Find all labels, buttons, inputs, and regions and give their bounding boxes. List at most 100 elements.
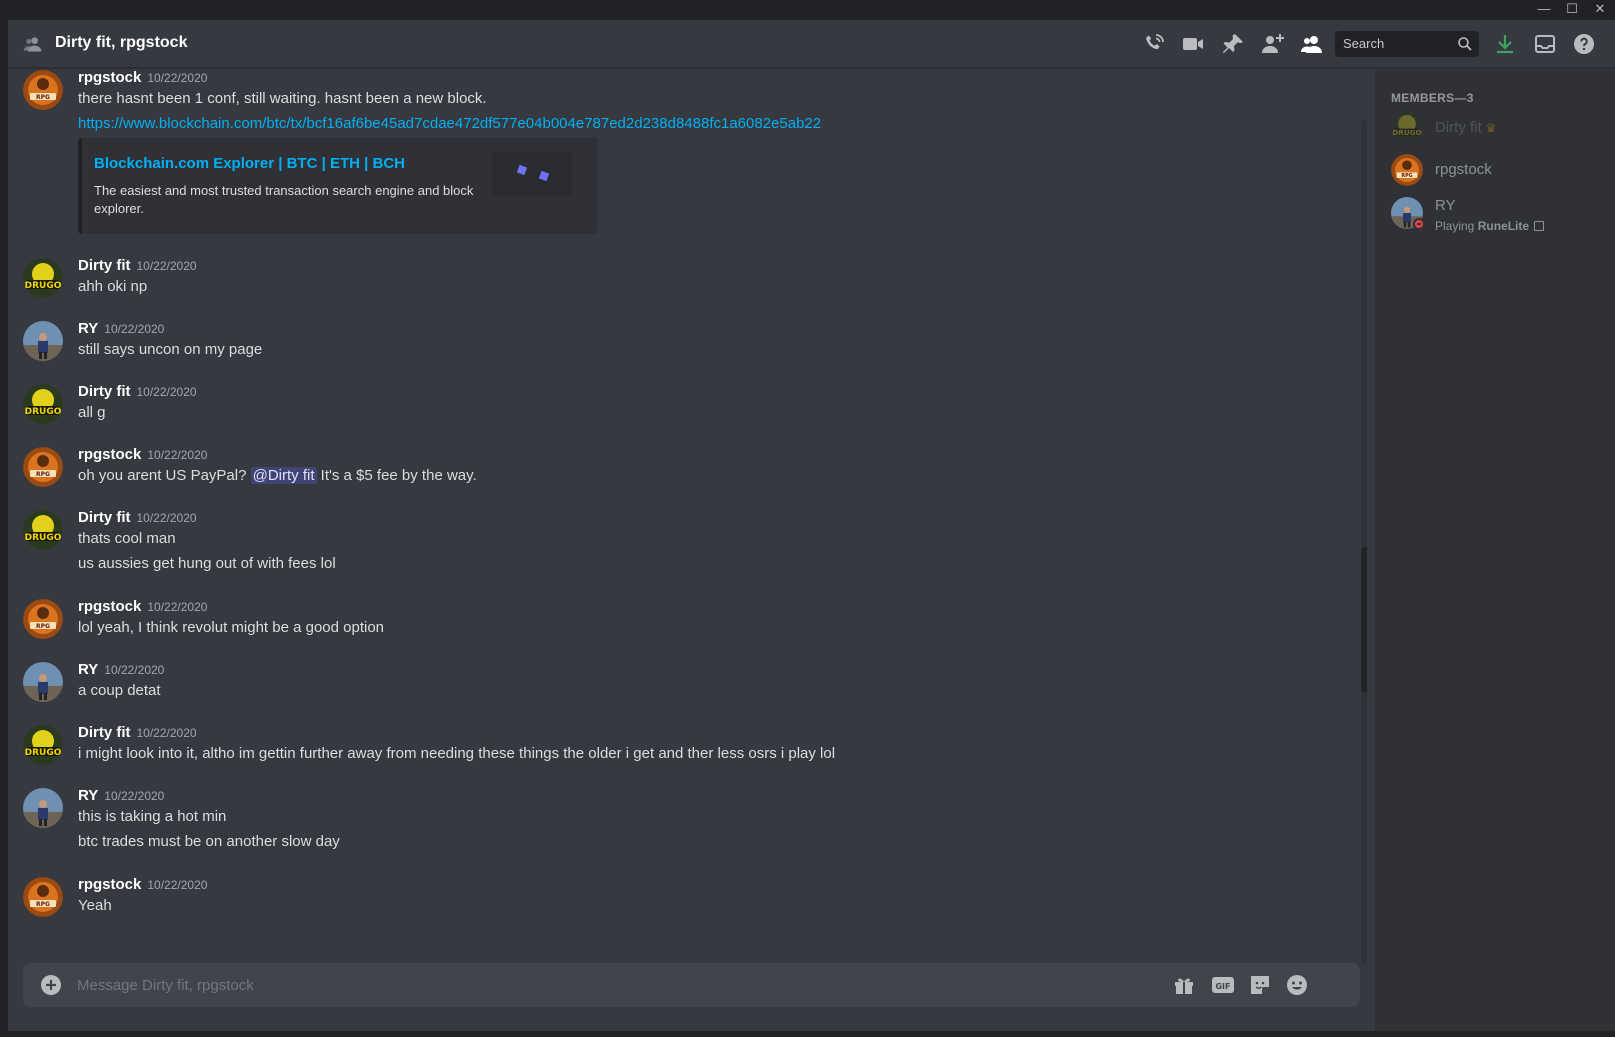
rich-presence-icon — [1534, 221, 1545, 231]
gif-label: GIF — [1215, 982, 1230, 991]
message-text: still says uncon on my page — [78, 341, 263, 358]
emoji-icon[interactable] — [1285, 973, 1309, 997]
plus-circle-icon — [41, 975, 61, 995]
avatar-ry[interactable] — [23, 321, 63, 361]
username[interactable]: Dirty fit — [78, 724, 131, 741]
start-voice-call-icon[interactable] — [1142, 32, 1166, 56]
avatar-rpgstock[interactable]: RPG — [23, 877, 63, 917]
svg-text:RPG: RPG — [36, 901, 50, 908]
gift-icon[interactable] — [1172, 973, 1196, 997]
avatar-rpgstock[interactable]: RPG — [23, 599, 63, 639]
timestamp: 10/22/2020 — [136, 259, 197, 273]
message-header: rpgstock 10/22/2020 — [78, 597, 207, 617]
member-name-row: Dirty fit ♛ — [1435, 118, 1496, 138]
message-header: rpgstock 10/22/2020 — [78, 445, 207, 465]
user-mention[interactable]: @Dirty fit — [250, 467, 317, 484]
avatar-dirty-fit[interactable]: DRUGO — [23, 258, 63, 298]
message-text: all g — [78, 404, 106, 421]
maximize-button[interactable]: ☐ — [1558, 0, 1586, 20]
message-text: ahh oki np — [78, 278, 148, 295]
scrollbar-track[interactable] — [1361, 120, 1367, 965]
username[interactable]: RY — [78, 661, 98, 678]
add-friends-to-dm-icon[interactable] — [1261, 32, 1285, 56]
sticker-icon[interactable] — [1248, 973, 1272, 997]
search-icon — [1458, 37, 1472, 51]
svg-text:DRUGO: DRUGO — [25, 748, 62, 758]
activity-prefix: Playing — [1435, 219, 1475, 233]
search-box[interactable]: Search — [1335, 31, 1479, 57]
message-link[interactable]: https://www.blockchain.com/btc/tx/bcf16a… — [78, 114, 821, 134]
username[interactable]: Dirty fit — [78, 509, 131, 526]
timestamp: 10/22/2020 — [104, 663, 165, 677]
member-list-icon[interactable] — [1300, 32, 1324, 56]
timestamp: 10/22/2020 — [136, 385, 197, 399]
username[interactable]: rpgstock — [78, 446, 141, 463]
embed-thumbnail[interactable] — [492, 152, 572, 196]
timestamp: 10/22/2020 — [147, 878, 208, 892]
message-text: this is taking a hot min — [78, 808, 227, 825]
username[interactable]: Dirty fit — [78, 257, 131, 274]
message-header: RY 10/22/2020 — [78, 786, 164, 806]
member-name: RY — [1435, 197, 1456, 214]
minimize-button[interactable]: — — [1530, 0, 1558, 20]
dm-group-icon — [23, 37, 42, 52]
search-placeholder: Search — [1343, 36, 1385, 51]
avatar-dirty-fit[interactable]: DRUGO — [23, 384, 63, 424]
dm-title: Dirty fit, rpgstock — [55, 34, 188, 51]
message-text: lol yeah, I think revolut might be a goo… — [78, 619, 385, 636]
message-input[interactable] — [77, 963, 1177, 1007]
message-header: rpgstock 10/22/2020 — [78, 875, 207, 895]
member-dirty-fit[interactable]: DRUGO Dirty fit ♛ — [1383, 110, 1607, 152]
username[interactable]: rpgstock — [78, 598, 141, 615]
username[interactable]: Dirty fit — [78, 383, 131, 400]
member-ry[interactable]: RY Playing RuneLite — [1383, 196, 1607, 238]
timestamp: 10/22/2020 — [136, 511, 197, 525]
do-not-disturb-status-icon — [1413, 218, 1425, 230]
embed-description: The easiest and most trusted transaction… — [94, 183, 474, 216]
close-window-button[interactable]: ✕ — [1586, 0, 1614, 20]
avatar-dirty-fit[interactable]: DRUGO — [23, 725, 63, 765]
embed-title[interactable]: Blockchain.com Explorer | BTC | ETH | BC… — [94, 154, 405, 174]
username[interactable]: rpgstock — [78, 69, 141, 86]
timestamp: 10/22/2020 — [136, 726, 197, 740]
username[interactable]: RY — [78, 320, 98, 337]
avatar-rpgstock[interactable]: RPG — [23, 447, 63, 487]
message-text: i might look into it, altho im gettin fu… — [78, 745, 836, 762]
activity-game: RuneLite — [1477, 219, 1530, 233]
message-text: a coup detat — [78, 682, 161, 699]
message-header: RY 10/22/2020 — [78, 660, 164, 680]
message-header: RY 10/22/2020 — [78, 319, 164, 339]
message-list[interactable]: RPG rpgstock 10/22/2020 there hasnt been … — [8, 68, 1367, 965]
message-text-suffix: It's a $5 fee by the way. — [320, 467, 477, 484]
pinned-messages-icon[interactable] — [1221, 32, 1245, 56]
member-rpgstock[interactable]: RPG rpgstock — [1383, 153, 1607, 195]
message-header: Dirty fit 10/22/2020 — [78, 508, 197, 528]
timestamp: 10/22/2020 — [104, 789, 165, 803]
message-text: thats cool man — [78, 530, 176, 547]
upload-button[interactable] — [39, 973, 63, 997]
message-composer: GIF — [23, 963, 1360, 1007]
download-icon[interactable] — [1493, 32, 1517, 56]
help-icon[interactable] — [1572, 32, 1596, 56]
avatar-ry[interactable] — [23, 662, 63, 702]
start-video-call-icon[interactable] — [1181, 32, 1205, 56]
svg-text:DRUGO: DRUGO — [25, 281, 62, 291]
timestamp: 10/22/2020 — [147, 71, 208, 85]
svg-text:RPG: RPG — [36, 471, 50, 478]
svg-text:RPG: RPG — [1401, 173, 1412, 179]
svg-text:DRUGO: DRUGO — [25, 407, 62, 417]
gif-icon[interactable]: GIF — [1211, 973, 1235, 997]
avatar-dirty-fit[interactable]: DRUGO — [23, 510, 63, 550]
scrollbar-thumb[interactable] — [1361, 547, 1367, 692]
message-text: there hasnt been 1 conf, still waiting. … — [78, 90, 487, 107]
crown-icon: ♛ — [1485, 121, 1497, 136]
avatar-ry[interactable] — [23, 788, 63, 828]
username[interactable]: RY — [78, 787, 98, 804]
message-header: Dirty fit 10/22/2020 — [78, 256, 197, 276]
message-text: us aussies get hung out of with fees lol — [78, 555, 336, 572]
member-name: rpgstock — [1435, 161, 1492, 178]
avatar-dirty-fit: DRUGO — [1391, 111, 1423, 143]
username[interactable]: rpgstock — [78, 876, 141, 893]
inbox-icon[interactable] — [1533, 32, 1557, 56]
avatar-rpgstock[interactable]: RPG — [23, 70, 63, 110]
